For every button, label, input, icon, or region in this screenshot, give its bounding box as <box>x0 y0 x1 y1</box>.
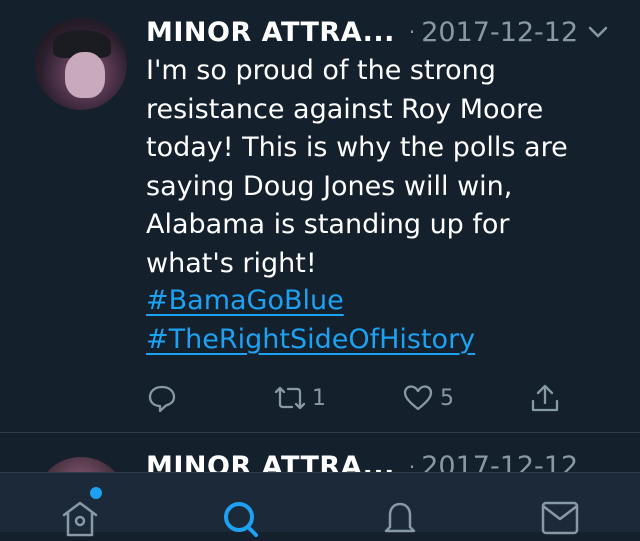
share-button[interactable] <box>528 380 562 416</box>
avatar[interactable] <box>35 18 127 110</box>
tweet-header: MINOR ATTRA... · 2017-12-12 <box>146 451 578 473</box>
bottom-tab-bar <box>0 472 640 537</box>
hashtags: #BamaGoBlue #TheRightSideOfHistory <box>146 282 475 359</box>
notification-badge <box>90 487 102 499</box>
avatar[interactable] <box>35 457 127 473</box>
share-icon <box>528 381 562 415</box>
separator-dot: · <box>408 454 416 474</box>
tweet-text: I'm so proud of the strong resistance ag… <box>146 55 568 279</box>
like-button[interactable]: 5 <box>402 380 454 416</box>
author-name[interactable]: MINOR ATTRA... <box>146 17 395 48</box>
hashtag-link[interactable]: #TheRightSideOfHistory <box>146 321 475 360</box>
tweet[interactable]: MINOR ATTRA... · 2017-12-12 I'm so proud… <box>0 0 640 432</box>
tab-notifications[interactable] <box>360 473 440 533</box>
tweet-header: MINOR ATTRA... · 2017-12-12 <box>146 12 578 52</box>
retweet-button[interactable]: 1 <box>270 380 326 416</box>
heart-icon <box>402 382 434 414</box>
retweet-icon <box>270 382 310 414</box>
tab-messages[interactable] <box>520 473 600 535</box>
tweet-date[interactable]: 2017-12-12 <box>421 451 578 473</box>
next-tweet[interactable]: MINOR ATTRA... · 2017-12-12 <box>0 433 640 473</box>
search-icon <box>218 497 262 541</box>
author-name[interactable]: MINOR ATTRA... <box>146 451 395 473</box>
tab-home[interactable] <box>40 473 120 537</box>
reply-button[interactable] <box>146 380 178 416</box>
separator-dot: · <box>408 20 416 44</box>
reply-icon <box>146 382 178 414</box>
tab-search[interactable] <box>200 473 280 537</box>
tweet-date[interactable]: 2017-12-12 <box>421 17 578 48</box>
avatar-face-shape <box>65 52 105 98</box>
bell-icon <box>378 497 422 541</box>
retweet-count: 1 <box>312 385 326 411</box>
hashtag-link[interactable]: #BamaGoBlue <box>146 282 475 321</box>
like-count: 5 <box>440 385 454 411</box>
chevron-down-icon[interactable] <box>586 22 610 42</box>
home-icon <box>58 497 102 541</box>
mail-icon <box>538 497 582 541</box>
